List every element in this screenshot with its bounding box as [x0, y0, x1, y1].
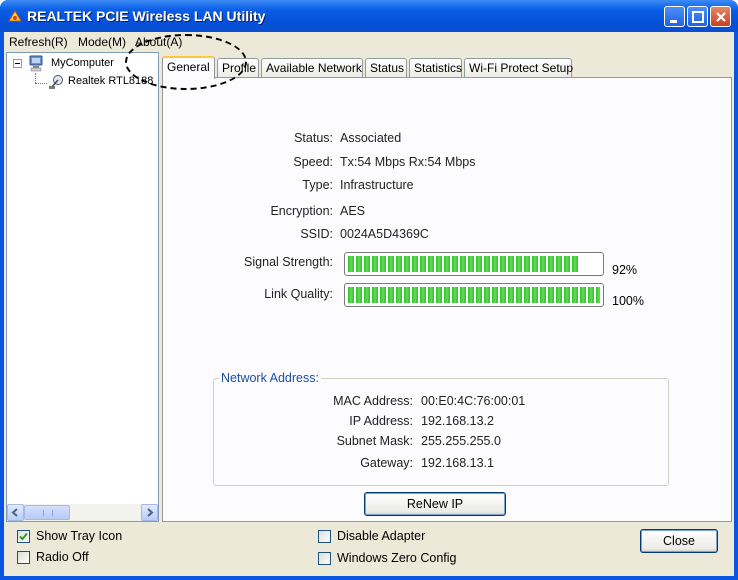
tree-item-adapter[interactable]: Realtek RTL8188 [68, 75, 153, 87]
status-label: Status: [294, 131, 333, 145]
menu-about[interactable]: About(A) [135, 35, 182, 49]
subnet-mask-value: 255.255.255.0 [421, 434, 501, 448]
speed-label: Speed: [293, 155, 333, 169]
tree-horizontal-scrollbar[interactable] [7, 504, 158, 521]
menu-mode[interactable]: Mode(M) [78, 35, 126, 49]
signal-strength-label: Signal Strength: [244, 255, 333, 269]
subnet-mask-label: Subnet Mask: [336, 434, 413, 448]
status-value: Associated [340, 131, 402, 145]
maximize-icon [692, 11, 704, 23]
tab-profile[interactable]: Profile [217, 58, 259, 78]
show-tray-icon-checkbox[interactable] [17, 529, 30, 543]
checkmark-icon [19, 532, 28, 540]
ssid-label: SSID: [300, 227, 333, 241]
close-button[interactable]: Close [640, 529, 718, 553]
encryption-value: AES [340, 204, 366, 218]
link-quality-label: Link Quality: [264, 287, 333, 301]
tab-wifi-protect-setup[interactable]: Wi-Fi Protect Setup [464, 58, 573, 78]
menu-refresh[interactable]: Refresh(R) [9, 35, 68, 49]
ip-address-label: IP Address: [349, 414, 413, 428]
type-value: Infrastructure [340, 178, 414, 192]
windows-zero-config-checkbox[interactable] [318, 551, 331, 565]
radio-off-label: Radio Off [36, 550, 89, 564]
wireless-app-icon [8, 10, 22, 22]
window-client-area: Refresh(R) Mode(M) About(A) MyComputer R… [4, 32, 734, 576]
show-tray-icon-option[interactable]: Show Tray Icon [17, 529, 122, 543]
signal-strength-fill [348, 256, 580, 272]
maximize-button[interactable] [687, 6, 708, 27]
adapter-tree[interactable]: MyComputer Realtek RTL8188 [6, 52, 159, 522]
tree-item-mycomputer[interactable]: MyComputer [51, 57, 114, 69]
tree-connector [35, 73, 36, 83]
mac-address-label: MAC Address: [333, 394, 413, 408]
ip-address-value: 192.168.13.2 [421, 414, 494, 428]
computer-icon [29, 55, 43, 72]
scroll-left-button[interactable] [7, 504, 24, 521]
disable-adapter-option[interactable]: Disable Adapter [318, 529, 425, 543]
general-tab-page: Status: Associated Speed: Tx:54 Mbps Rx:… [162, 77, 732, 522]
renew-ip-button[interactable]: ReNew IP [364, 492, 506, 516]
radio-off-checkbox[interactable] [17, 550, 30, 564]
link-quality-meter [344, 283, 604, 307]
close-window-button[interactable] [710, 6, 731, 27]
menu-bar: Refresh(R) Mode(M) About(A) [4, 32, 734, 52]
tab-strip: General Profile Available Network Status… [162, 56, 732, 79]
link-quality-percent: 100% [612, 294, 644, 308]
signal-strength-meter [344, 252, 604, 276]
mac-address-value: 00:E0:4C:76:00:01 [421, 394, 526, 408]
scroll-thumb[interactable] [24, 505, 70, 520]
close-icon [716, 12, 726, 22]
tree-collapse-icon[interactable] [13, 59, 22, 68]
ssid-value: 0024A5D4369C [340, 227, 429, 241]
arrow-right-icon [147, 508, 154, 517]
link-quality-fill [348, 287, 600, 303]
arrow-left-icon [11, 508, 18, 517]
encryption-label: Encryption: [270, 204, 333, 218]
disable-adapter-checkbox[interactable] [318, 529, 331, 543]
signal-strength-percent: 92% [612, 263, 638, 277]
disable-adapter-label: Disable Adapter [337, 529, 426, 543]
app-window: REALTEK PCIE Wireless LAN Utility Refres… [0, 0, 738, 580]
windows-zero-config-label: Windows Zero Config [337, 551, 457, 565]
tab-general[interactable]: General [162, 56, 215, 79]
minimize-button[interactable] [664, 6, 685, 27]
show-tray-icon-label: Show Tray Icon [36, 529, 123, 543]
gateway-label: Gateway: [360, 456, 413, 470]
speed-value: Tx:54 Mbps Rx:54 Mbps [340, 155, 476, 169]
tree-connector [35, 83, 47, 84]
network-adapter-icon [49, 75, 63, 89]
tab-available-network[interactable]: Available Network [261, 58, 363, 78]
network-address-legend: Network Address: [219, 371, 321, 385]
windows-zero-config-option[interactable]: Windows Zero Config [318, 551, 457, 565]
radio-off-option[interactable]: Radio Off [17, 550, 89, 564]
tab-status[interactable]: Status [365, 58, 407, 78]
type-label: Type: [302, 178, 333, 192]
minimize-icon [670, 20, 677, 23]
scroll-right-button[interactable] [141, 504, 158, 521]
tab-statistics[interactable]: Statistics [409, 58, 462, 78]
gateway-value: 192.168.13.1 [421, 456, 494, 470]
window-title: REALTEK PCIE Wireless LAN Utility [27, 8, 266, 24]
title-bar[interactable]: REALTEK PCIE Wireless LAN Utility [0, 0, 738, 32]
